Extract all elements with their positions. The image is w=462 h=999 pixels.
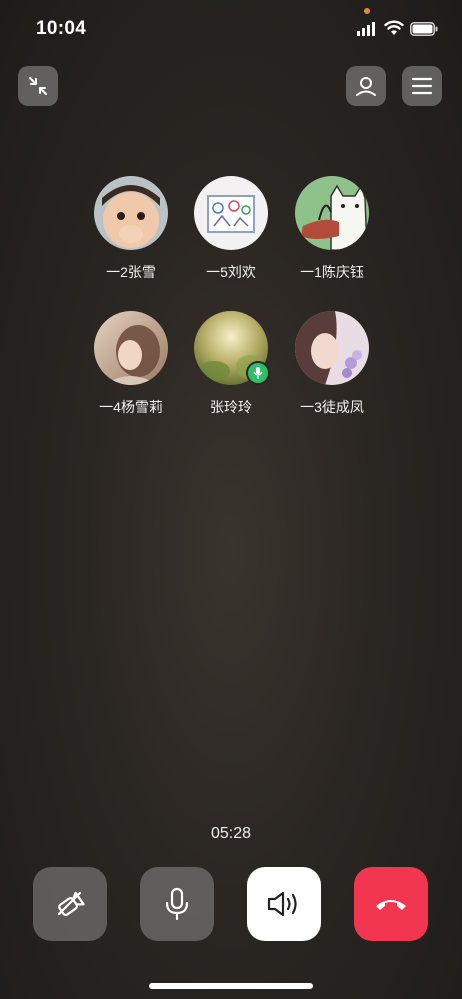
menu-button[interactable] <box>402 66 442 106</box>
mute-button[interactable] <box>140 867 214 941</box>
drawing-avatar <box>194 176 268 250</box>
cellular-signal-icon <box>357 22 375 36</box>
speaker-icon <box>267 891 297 917</box>
minimize-button[interactable] <box>18 66 58 106</box>
hang-up-button[interactable] <box>354 867 428 941</box>
participant-name: 一3徒成凤 <box>300 399 364 415</box>
speaking-indicator <box>246 361 270 385</box>
battery-icon <box>410 22 438 36</box>
home-indicator[interactable] <box>149 983 313 989</box>
child-photo-avatar <box>94 176 168 250</box>
status-bar: 10:04 <box>0 0 462 56</box>
camera-toggle-button[interactable] <box>33 867 107 941</box>
cartoon-cat-avatar <box>295 176 369 250</box>
status-time: 10:04 <box>36 18 87 39</box>
minimize-arrows-icon <box>29 77 47 95</box>
speaker-button[interactable] <box>247 867 321 941</box>
participant-name: 一1陈庆钰 <box>300 264 364 280</box>
nature-avatar <box>194 311 270 385</box>
microphone-icon <box>253 367 263 379</box>
camera-off-icon <box>57 891 85 916</box>
hang-up-icon <box>376 900 406 910</box>
portrait-avatar <box>94 311 168 385</box>
person-icon <box>356 77 376 96</box>
girl-flowers-avatar <box>295 311 369 385</box>
wifi-icon <box>384 20 404 35</box>
call-timer: 05:28 <box>210 825 252 842</box>
add-participant-button[interactable] <box>346 66 386 106</box>
hamburger-menu-icon <box>411 77 433 95</box>
participant-tile[interactable]: 一3徒成凤 <box>272 311 392 417</box>
privacy-indicator-dot <box>364 8 370 14</box>
microphone-icon <box>165 887 189 921</box>
participant-tile[interactable]: 一1陈庆钰 <box>272 176 392 282</box>
